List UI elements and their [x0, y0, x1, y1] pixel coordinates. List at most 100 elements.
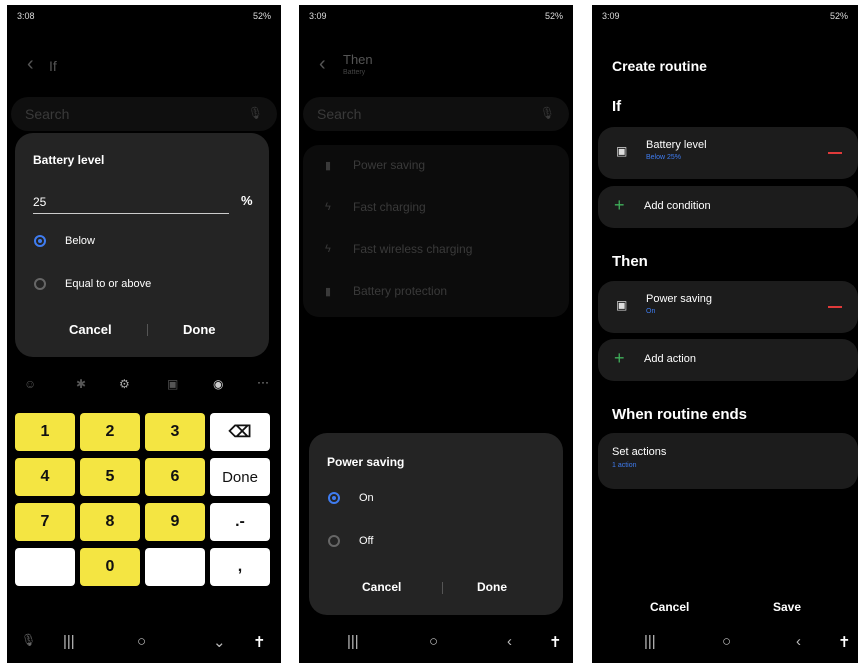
- navigation-bar: ||| ○ ‹ ✝: [592, 623, 858, 663]
- done-button[interactable]: Done: [477, 580, 507, 594]
- add-action-label: Add action: [644, 353, 696, 365]
- remove-action-icon[interactable]: [828, 306, 842, 308]
- home-icon[interactable]: ○: [137, 633, 146, 650]
- add-condition-button[interactable]: + Add condition: [598, 186, 858, 228]
- backspace-icon[interactable]: ⌫: [210, 413, 270, 451]
- mic-icon[interactable]: 🎙: [540, 106, 555, 120]
- key-0[interactable]: 0: [80, 548, 140, 586]
- if-heading: If: [612, 98, 622, 115]
- when-routine-ends-heading: When routine ends: [612, 406, 747, 423]
- save-button[interactable]: Save: [773, 600, 801, 614]
- settings-icon[interactable]: ⚙: [119, 377, 130, 391]
- key-5[interactable]: 5: [80, 458, 140, 496]
- list-item-power-saving[interactable]: Power saving: [353, 158, 425, 172]
- option-on-label[interactable]: On: [359, 492, 374, 504]
- search-input[interactable]: Search: [317, 106, 361, 122]
- key-3[interactable]: 3: [145, 413, 205, 451]
- list-item-fast-wireless-charging[interactable]: Fast wireless charging: [353, 242, 472, 256]
- option-equal-above-label[interactable]: Equal to or above: [65, 278, 151, 290]
- button-divider: [147, 324, 148, 336]
- radio-off[interactable]: [328, 535, 340, 547]
- cancel-button[interactable]: Cancel: [69, 322, 112, 337]
- add-action-button[interactable]: + Add action: [598, 339, 858, 381]
- plus-icon: +: [614, 348, 625, 368]
- translate-icon[interactable]: ◉: [213, 377, 223, 391]
- accessibility-icon[interactable]: ✝: [253, 633, 266, 651]
- radio-below[interactable]: [34, 235, 46, 247]
- wireless-charging-icon: ϟ: [325, 243, 331, 255]
- option-off-label[interactable]: Off: [359, 535, 373, 547]
- done-button[interactable]: Done: [183, 322, 216, 337]
- battery-percent: 52%: [829, 11, 848, 21]
- action-title: Power saving: [646, 293, 713, 305]
- status-bar: 3:09 52%: [309, 11, 563, 27]
- key-9[interactable]: 9: [145, 503, 205, 541]
- phone-screen-create-routine: 3:09 52% Create routine If ▣ Battery lev…: [592, 5, 858, 663]
- more-icon[interactable]: ···: [257, 375, 269, 389]
- recents-icon[interactable]: |||: [347, 633, 359, 650]
- option-below-label[interactable]: Below: [65, 235, 95, 247]
- recents-icon[interactable]: |||: [644, 633, 656, 650]
- set-actions-title: Set actions: [612, 446, 667, 458]
- key-4[interactable]: 4: [15, 458, 75, 496]
- back-icon[interactable]: ‹: [507, 633, 512, 650]
- accessibility-icon[interactable]: ✝: [838, 633, 851, 651]
- navigation-bar: ||| ○ ‹ ✝: [299, 623, 573, 663]
- plus-icon: +: [614, 195, 625, 215]
- home-icon[interactable]: ○: [429, 633, 438, 650]
- key-dot-dash[interactable]: .-: [210, 503, 270, 541]
- remove-condition-icon[interactable]: [828, 152, 842, 154]
- battery-level-input[interactable]: 25: [33, 195, 46, 209]
- condition-title: Battery level: [646, 139, 707, 151]
- search-bar[interactable]: Search 🎙: [303, 97, 569, 131]
- back-icon[interactable]: ‹: [796, 633, 801, 650]
- recents-icon[interactable]: |||: [63, 633, 75, 650]
- set-actions-card[interactable]: Set actions 1 action: [598, 433, 858, 489]
- accessibility-icon[interactable]: ✝: [549, 633, 562, 651]
- search-input[interactable]: Search: [25, 106, 69, 122]
- action-card[interactable]: ▣ Power saving On: [598, 281, 858, 333]
- dialog-title: Power saving: [327, 455, 405, 469]
- dialog-title: Battery level: [33, 153, 105, 167]
- mic-icon[interactable]: 🎙: [21, 633, 36, 647]
- home-icon[interactable]: ○: [722, 633, 731, 650]
- percent-unit: %: [241, 193, 253, 208]
- emoji-icon[interactable]: ☺: [24, 377, 36, 391]
- radio-on[interactable]: [328, 492, 340, 504]
- page-subtitle: Battery: [343, 69, 366, 76]
- battery-icon: ▣: [616, 144, 628, 158]
- power-saving-icon: ▣: [616, 298, 628, 312]
- clipboard-icon[interactable]: ▣: [167, 377, 178, 391]
- key-done[interactable]: Done: [210, 458, 270, 496]
- cancel-button[interactable]: Cancel: [362, 580, 401, 594]
- list-item-fast-charging[interactable]: Fast charging: [353, 200, 426, 214]
- status-bar: 3:08 52%: [17, 11, 271, 27]
- sticker-icon[interactable]: ✱: [76, 377, 86, 391]
- power-saving-dialog: Power saving On Off Cancel Done: [309, 433, 563, 615]
- key-blank-right: [145, 548, 205, 586]
- page-title: If: [49, 58, 57, 74]
- key-7[interactable]: 7: [15, 503, 75, 541]
- list-item-battery-protection[interactable]: Battery protection: [353, 284, 447, 298]
- condition-card[interactable]: ▣ Battery level Below 25%: [598, 127, 858, 179]
- search-bar[interactable]: Search 🎙: [11, 97, 277, 131]
- key-comma[interactable]: ,: [210, 548, 270, 586]
- mic-icon[interactable]: 🎙: [248, 106, 263, 120]
- battery-level-dialog: Battery level 25 % Below Equal to or abo…: [15, 133, 269, 357]
- back-icon[interactable]: ‹: [27, 53, 34, 76]
- keyboard-toolbar: ☺ ✱ ⚙ ▣ ◉ ···: [7, 371, 281, 401]
- key-2[interactable]: 2: [80, 413, 140, 451]
- back-icon[interactable]: ‹: [319, 53, 326, 76]
- then-heading: Then: [612, 253, 648, 270]
- cancel-button[interactable]: Cancel: [650, 600, 689, 614]
- radio-equal-above[interactable]: [34, 278, 46, 290]
- key-6[interactable]: 6: [145, 458, 205, 496]
- key-8[interactable]: 8: [80, 503, 140, 541]
- phone-screen-then: 3:09 52% ‹ Then Battery Search 🎙 ▮ Power…: [299, 5, 573, 663]
- key-1[interactable]: 1: [15, 413, 75, 451]
- input-underline: [33, 213, 229, 214]
- chevron-down-icon[interactable]: ⌄: [213, 633, 226, 651]
- battery-options-list: ▮ Power saving ϟ Fast charging ϟ Fast wi…: [303, 145, 569, 317]
- battery-percent: 52%: [544, 11, 563, 21]
- navigation-bar: 🎙 ||| ○ ⌄ ✝: [7, 623, 281, 663]
